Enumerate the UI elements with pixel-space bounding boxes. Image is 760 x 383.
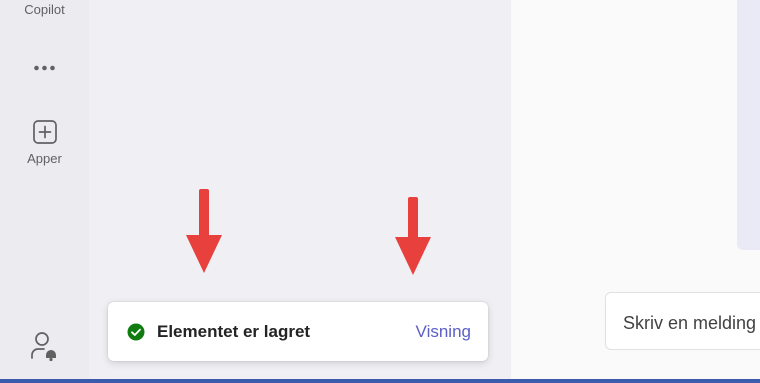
- app-rail: Copilot Apper: [0, 0, 90, 379]
- view-link[interactable]: Visning: [416, 322, 471, 342]
- more-apps-button[interactable]: [27, 56, 63, 80]
- message-card: [737, 0, 760, 250]
- plus-square-icon: [33, 120, 57, 144]
- toast-message: Elementet er lagret: [157, 322, 311, 341]
- down-arrow-icon: [186, 189, 222, 273]
- person-bell-button[interactable]: [29, 330, 61, 362]
- taskbar-edge: [0, 379, 760, 383]
- down-arrow-icon: [395, 197, 431, 275]
- person-bell-icon: [31, 332, 56, 362]
- copilot-label[interactable]: Copilot: [0, 2, 89, 17]
- ellipsis-icon: [34, 65, 55, 71]
- compose-box[interactable]: Skriv en melding: [605, 292, 760, 350]
- apps-label: Apper: [27, 151, 62, 166]
- apps-button[interactable]: Apper: [0, 118, 89, 170]
- compose-placeholder[interactable]: Skriv en melding: [623, 313, 756, 334]
- saved-toast: Elementet er lagret Visning: [108, 302, 488, 361]
- checkmark-circle-icon: [127, 323, 145, 341]
